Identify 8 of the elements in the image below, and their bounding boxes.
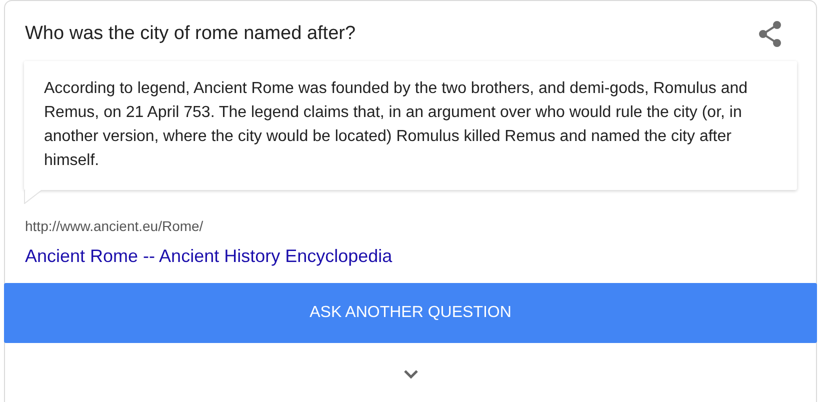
bubble-pointer xyxy=(24,190,43,204)
chevron-down-icon[interactable] xyxy=(402,369,418,379)
source-link[interactable]: Ancient Rome -- Ancient History Encyclopedia xyxy=(25,246,392,267)
ask-button[interactable]: ASK ANOTHER QUESTION xyxy=(4,283,817,343)
source-url: http://www.ancient.eu/Rome/ xyxy=(25,218,204,234)
share-icon[interactable] xyxy=(758,21,782,47)
question-title: Who was the city of rome named after? xyxy=(25,23,356,45)
answer-text: According to legend, Ancient Rome was founded by the two brothers, and demi-gods, Romulus and Remus, on 21 April 753. The legend claims that, in an argument over who would rule the city (or, in another version, where the city would be located) Romulus killed Remus and named the city after himself. xyxy=(44,79,749,171)
